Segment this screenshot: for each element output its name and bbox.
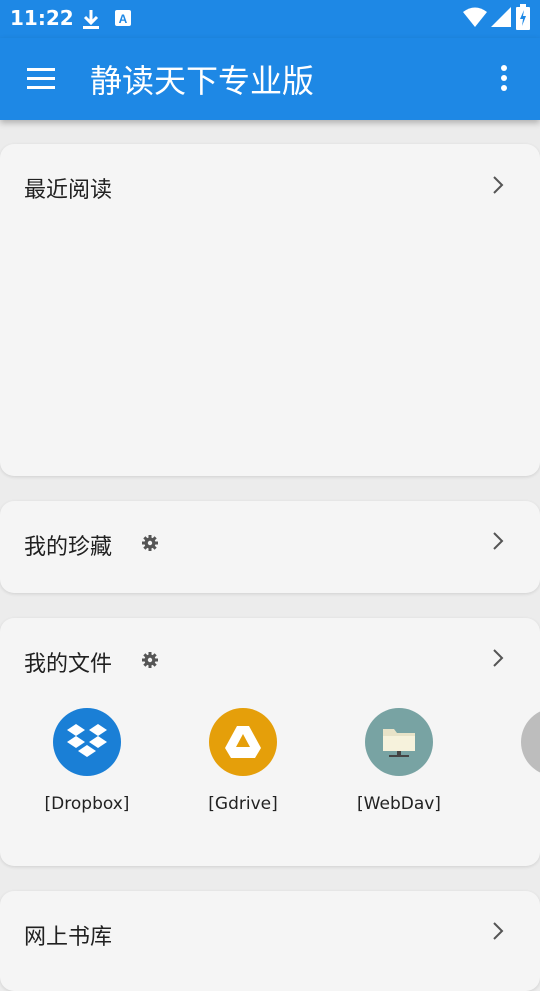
- gear-icon[interactable]: [141, 534, 159, 552]
- my-files-card[interactable]: 我的文件 [Dropbox] [Gdrive] [WebDav]: [0, 618, 540, 866]
- signal-icon: [491, 7, 511, 27]
- file-source-label: [Gdrive]: [208, 794, 278, 814]
- dropbox-icon: [53, 708, 121, 776]
- online-library-title: 网上书库: [24, 925, 113, 950]
- file-source-gdrive[interactable]: [Gdrive]: [183, 708, 303, 814]
- file-source-sdcard[interactable]: sc: [495, 708, 540, 814]
- online-library-card[interactable]: 网上书库: [0, 891, 540, 991]
- svg-text:A: A: [119, 12, 128, 26]
- status-time: 11:22: [10, 6, 74, 30]
- chevron-right-icon[interactable]: [488, 174, 508, 196]
- status-bar: 11:22 A: [0, 0, 540, 38]
- file-source-label: [Dropbox]: [44, 794, 130, 814]
- more-vert-icon[interactable]: [492, 64, 516, 94]
- app-title: 静读天下专业版: [90, 62, 315, 100]
- chevron-right-icon[interactable]: [488, 920, 508, 942]
- recent-reading-card[interactable]: 最近阅读: [0, 144, 540, 476]
- wifi-icon: [463, 7, 487, 27]
- recent-reading-title: 最近阅读: [24, 178, 113, 203]
- file-source-label: [WebDav]: [357, 794, 441, 814]
- sd-card-icon: [521, 708, 540, 776]
- gdrive-icon: [209, 708, 277, 776]
- chevron-right-icon[interactable]: [488, 530, 508, 552]
- battery-icon: [516, 4, 530, 30]
- webdav-icon: [365, 708, 433, 776]
- favorites-title: 我的珍藏: [24, 535, 113, 560]
- gear-icon[interactable]: [141, 651, 159, 669]
- favorites-card[interactable]: 我的珍藏: [0, 501, 540, 593]
- file-source-label: sc: [495, 794, 540, 814]
- my-files-title: 我的文件: [24, 652, 113, 677]
- download-icon: [83, 10, 99, 29]
- chevron-right-icon[interactable]: [488, 647, 508, 669]
- file-source-webdav[interactable]: [WebDav]: [339, 708, 459, 814]
- app-bar: 静读天下专业版: [0, 38, 540, 120]
- hamburger-menu-icon[interactable]: [24, 64, 60, 94]
- keyboard-a-icon: A: [115, 10, 131, 26]
- file-source-dropbox[interactable]: [Dropbox]: [27, 708, 147, 814]
